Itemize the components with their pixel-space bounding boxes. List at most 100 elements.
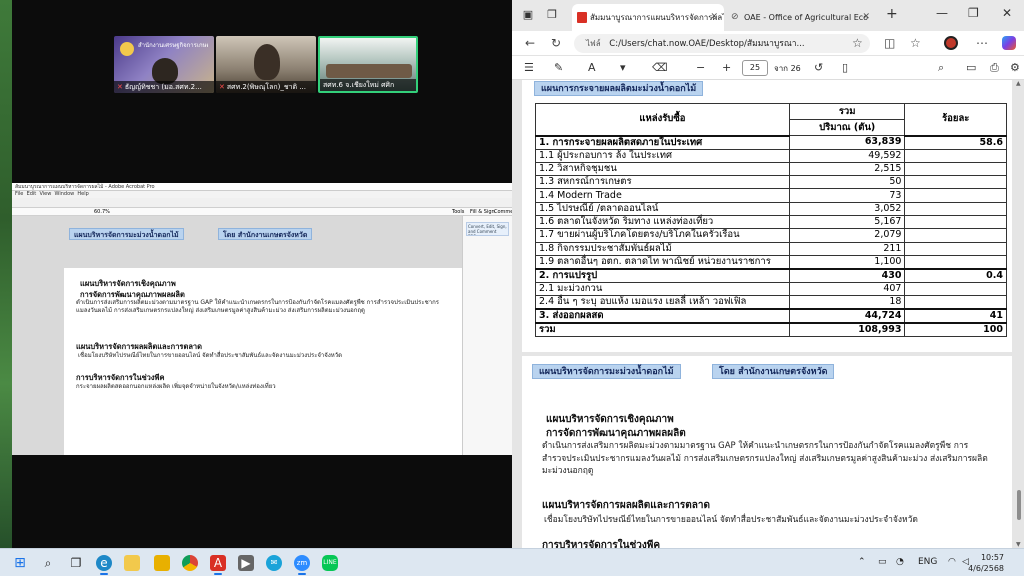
table-row: 1.6 ตลาดในจังหวัด ริมทาง แหล่งท่องเที่ยว… — [535, 214, 1007, 230]
wifi-icon[interactable]: ◠ — [948, 557, 956, 567]
participant-tile-2[interactable]: ✕ สศท.2(พิษณุโลก)_ชาติ ... — [216, 36, 316, 93]
zoom-app-icon[interactable]: zm — [294, 555, 310, 575]
rotate-icon[interactable]: ↺ — [814, 61, 823, 74]
tray-overflow-icon[interactable]: ⌃ — [858, 557, 866, 567]
read-aloud-icon[interactable]: A — [588, 61, 596, 74]
row-qty: 1,100 — [788, 254, 906, 270]
row-label: 1.1 ผู้ประกอบการ ล้ง ในประเทศ — [535, 148, 790, 163]
line-app-icon[interactable]: LINE — [322, 555, 338, 571]
acrobat-icon[interactable]: A — [210, 555, 226, 575]
vertical-scrollbar[interactable]: ▲ ▼ — [1016, 80, 1022, 548]
chrome-icon[interactable] — [182, 555, 198, 571]
url-input[interactable]: ไฟล์ C:/Users/chat.now.OAE/Desktop/สัมมน… — [574, 34, 870, 53]
row-pct: 0.4 — [904, 267, 1007, 283]
table-row: 3. ส่งออกผลสด 44,724 41 — [535, 308, 1007, 324]
row-qty: 2,079 — [788, 228, 906, 243]
table-row: 2.4 อื่น ๆ ระบุ อบแห้ง เมอแรง เยลลี่ เหล… — [535, 295, 1007, 310]
row-label: 2. การแปรรูป — [535, 267, 790, 283]
row-label: 1.5 ไปรษณีย์ /ตลาดออนไลน์ — [535, 201, 790, 216]
participant-tile-3-speaking[interactable]: สศท.6 จ.เชียงใหม่ ศศิก — [318, 36, 418, 93]
search-icon[interactable]: ⌕ — [40, 555, 56, 571]
table-row: 1. การกระจายผลผลิตสดภายในประเทศ 63,839 58.… — [535, 135, 1007, 150]
highlight-icon[interactable]: ▾ — [620, 61, 626, 74]
table-row: 1.3 สหกรณ์การเกษตร 50 — [535, 175, 1007, 190]
draw-icon[interactable]: ✎ — [554, 61, 563, 74]
tab-actions-icon[interactable]: ❐ — [546, 9, 558, 21]
task-view-icon[interactable]: ❐ — [68, 555, 84, 571]
media-player-icon[interactable]: ▶ — [238, 555, 254, 571]
restore-icon[interactable]: ❐ — [968, 6, 979, 20]
minimize-icon[interactable]: — — [936, 6, 948, 20]
tab-oae[interactable]: ⊘ OAE - Office of Agricultural Eco ✕ — [726, 4, 876, 31]
scroll-up-icon[interactable]: ▲ — [1016, 80, 1021, 87]
back-icon[interactable]: ← — [522, 36, 538, 50]
table-row: 1.5 ไปรษณีย์ /ตลาดออนไลน์ 3,052 — [535, 201, 1007, 216]
edge-app-icon[interactable]: e — [96, 555, 112, 575]
workspaces-icon[interactable]: ▣ — [522, 9, 534, 21]
start-icon[interactable]: ⊞ — [12, 555, 28, 571]
section-quality-text: ดำเนินการส่งเสริมการผลิตมะม่วงตามมาตรฐาน… — [542, 441, 988, 476]
app-icon[interactable]: ✉ — [266, 555, 282, 571]
tab-pdf[interactable]: สัมมนาบูรณาการแผนบริหารจัดการผลไม้ ✕ — [572, 4, 724, 31]
section-quality-heading: แผนบริหารจัดการเชิงคุณภาพ — [546, 414, 674, 425]
system-clock[interactable]: 10:57 4/6/2568 — [968, 552, 1004, 574]
pdf-page-26: แผนบริหารจัดการมะม่วงน้ำดอกไม้ โดย สำนัก… — [522, 356, 1012, 548]
pdf-settings-icon[interactable]: ⚙ — [1010, 61, 1020, 74]
favorites-icon[interactable]: ☆ — [910, 36, 921, 50]
edge-browser-window: ▣ ❐ สัมมนาบูรณาการแผนบริหารจัดการผลไม้ ✕… — [512, 0, 1024, 548]
table-row: 2. การแปรรูป 430 0.4 — [535, 267, 1007, 283]
scroll-down-icon[interactable]: ▼ — [1016, 541, 1021, 548]
shared-promo-card[interactable]: Convert, Edit, Sign, and Comment PDFs ac… — [466, 222, 509, 236]
header-total: รวม — [788, 103, 906, 120]
row-pct — [904, 241, 1007, 256]
participant-tile-1[interactable]: สำนักงานเศรษฐกิจการเกษตรที่ 2 พิษณุโลก ✕… — [114, 36, 214, 93]
language-indicator[interactable]: ENG — [918, 557, 937, 567]
close-tab-icon[interactable]: ✕ — [862, 4, 870, 31]
folder-icon[interactable] — [154, 555, 170, 571]
split-screen-icon[interactable]: ◫ — [884, 36, 895, 50]
row-pct — [904, 148, 1007, 163]
page-view-icon[interactable]: ▯ — [842, 61, 848, 74]
close-tab-icon[interactable]: ✕ — [710, 4, 718, 31]
copilot-icon[interactable] — [1002, 36, 1016, 50]
clock-time: 10:57 — [980, 553, 1004, 562]
pdf-viewer[interactable]: แผนการกระจายผลผลิตมะม่วงน้ำดอกไม้ แหล่งร… — [512, 80, 1024, 548]
row-label: 1.8 กิจกรรมประชาสัมพันธ์ผลไม้ — [535, 241, 790, 256]
page-number-input[interactable]: 25 — [742, 60, 768, 76]
section-quality-subheading: การจัดการพัฒนาคุณภาพผลผลิต — [546, 428, 686, 439]
row-pct: 58.6 — [904, 135, 1007, 150]
tray-app-icon[interactable]: ◔ — [896, 557, 904, 567]
mic-muted-icon: ✕ — [117, 83, 123, 91]
erase-icon[interactable]: ⌫ — [652, 61, 668, 74]
contents-icon[interactable]: ☰ — [524, 61, 534, 74]
row-label: 1.6 ตลาดในจังหวัด ริมทาง แหล่งท่องเที่ยว — [535, 214, 790, 230]
table-row: รวม 108,993 100 — [535, 322, 1007, 338]
address-bar-row: ← ↻ ไฟล์ C:/Users/chat.now.OAE/Desktop/ส… — [512, 31, 1024, 56]
table-row: 1.1 ผู้ประกอบการ ล้ง ในประเทศ 49,592 — [535, 148, 1007, 163]
file-explorer-icon[interactable] — [124, 555, 140, 571]
save-icon[interactable]: ▭ — [966, 61, 976, 74]
close-window-icon[interactable]: ✕ — [1002, 6, 1012, 20]
search-icon[interactable]: ⌕ — [938, 61, 944, 75]
pdf-icon — [577, 12, 587, 23]
tray-app-icon[interactable]: ▭ — [878, 557, 887, 567]
new-tab-button[interactable]: + — [886, 6, 898, 22]
more-menu-icon[interactable]: ⋯ — [976, 36, 988, 50]
row-label: 1.7 ขายผ่านผู้บริโภคโดยตรง/บริโภคในครัวเ… — [535, 228, 790, 243]
shared-pill-plan: แผนบริหารจัดการมะม่วงน้ำดอกไม้ — [69, 228, 184, 240]
scroll-thumb[interactable] — [1017, 490, 1021, 520]
refresh-icon[interactable]: ↻ — [548, 36, 564, 50]
zoom-out-icon[interactable]: − — [696, 61, 705, 74]
row-pct: 100 — [904, 322, 1007, 338]
profile-avatar[interactable] — [944, 36, 958, 50]
print-icon[interactable]: ⎙ — [990, 61, 999, 75]
table-row: 1.2 วิสาหกิจชุมชน 2,515 — [535, 161, 1007, 177]
favorite-star-icon[interactable]: ☆ — [852, 36, 863, 50]
section-peak-heading: การบริหารจัดการในช่วงพีค — [542, 540, 661, 548]
windows-taskbar: ⊞ ⌕ ❐ e A ▶ ✉ zm LINE ⌃ ▭ ◔ ENG ◠ ◁ 10:5… — [0, 548, 1024, 576]
shared-menu-bar: File Edit View Window Help — [12, 191, 512, 198]
row-label: รวม — [535, 322, 790, 338]
tab-strip: ▣ ❐ สัมมนาบูรณาการแผนบริหารจัดการผลไม้ ✕… — [512, 0, 1024, 31]
zoom-in-icon[interactable]: + — [722, 61, 731, 74]
participant-video — [254, 44, 280, 80]
